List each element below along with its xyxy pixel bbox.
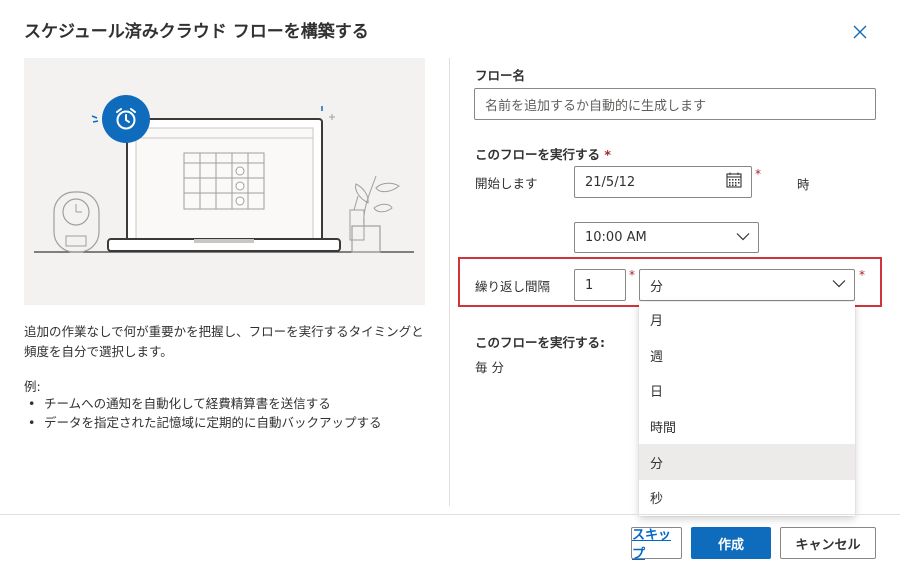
dropdown-option-week[interactable]: 週: [639, 338, 855, 374]
alarm-clock-icon: [116, 108, 136, 130]
time-unit-label: 時: [797, 177, 810, 192]
required-mark: *: [755, 167, 761, 181]
repeat-label: 繰り返し間隔: [475, 279, 551, 294]
calendar-button[interactable]: [725, 171, 743, 193]
description-text: 追加の作業なしで何が重要かを把握し、フローを実行するタイミングと頻度を自分で選択…: [24, 324, 424, 359]
example-list: チームへの通知を自動化して経費精算書を送信する データを指定された記憶域に定期的…: [24, 394, 382, 432]
flow-name-input[interactable]: 名前を追加するか自動的に生成します: [474, 88, 876, 120]
calendar-icon: [726, 172, 742, 188]
start-date-field[interactable]: 21/5/12: [574, 166, 752, 198]
close-button[interactable]: [848, 20, 872, 44]
footer-divider: [0, 514, 900, 515]
repeat-interval-input[interactable]: 1: [574, 269, 626, 301]
chevron-down-icon: [832, 280, 846, 288]
repeat-interval-value: 1: [585, 277, 594, 293]
run-label-text: このフローを実行する: [475, 147, 601, 162]
cancel-button[interactable]: キャンセル: [780, 527, 876, 559]
dialog-title: スケジュール済みクラウド フローを構築する: [24, 22, 369, 42]
list-item: データを指定された記憶域に定期的に自動バックアップする: [24, 413, 382, 432]
alarm-clock-badge: [102, 95, 150, 143]
summary-value: 毎 分: [475, 360, 504, 375]
list-item: チームへの通知を自動化して経費精算書を送信する: [24, 394, 382, 413]
sparkle-icon: [91, 115, 99, 123]
vertical-divider: [449, 58, 450, 506]
dropdown-option-hour[interactable]: 時間: [639, 409, 855, 445]
run-section-label: このフローを実行する *: [475, 144, 611, 163]
repeat-unit-dropdown[interactable]: 分: [639, 269, 855, 301]
required-mark: *: [859, 268, 865, 282]
repeat-unit-options: 月 週 日 時間 分 秒: [639, 302, 855, 516]
start-time-dropdown[interactable]: 10:00 AM: [574, 222, 759, 253]
required-mark: *: [604, 147, 611, 162]
start-label: 開始します: [475, 176, 538, 191]
start-time-value: 10:00 AM: [585, 230, 647, 245]
repeat-unit-value: 分: [650, 279, 664, 295]
dropdown-option-month[interactable]: 月: [639, 302, 855, 338]
flow-name-placeholder: 名前を追加するか自動的に生成します: [485, 98, 707, 114]
illustration: [24, 58, 425, 305]
start-date-value: 21/5/12: [585, 174, 636, 190]
dropdown-option-second[interactable]: 秒: [639, 480, 855, 516]
example-title: 例:: [24, 379, 41, 394]
chevron-down-icon: [736, 232, 750, 240]
dropdown-option-day[interactable]: 日: [639, 373, 855, 409]
create-button[interactable]: 作成: [691, 527, 771, 559]
skip-button[interactable]: スキップ: [631, 527, 682, 562]
summary-label: このフローを実行する:: [475, 335, 605, 350]
close-icon: [853, 25, 867, 39]
flow-name-label: フロー名: [475, 68, 526, 83]
laptop-illustration: [34, 106, 414, 253]
dropdown-option-minute[interactable]: 分: [639, 444, 855, 480]
required-mark: *: [629, 268, 635, 282]
